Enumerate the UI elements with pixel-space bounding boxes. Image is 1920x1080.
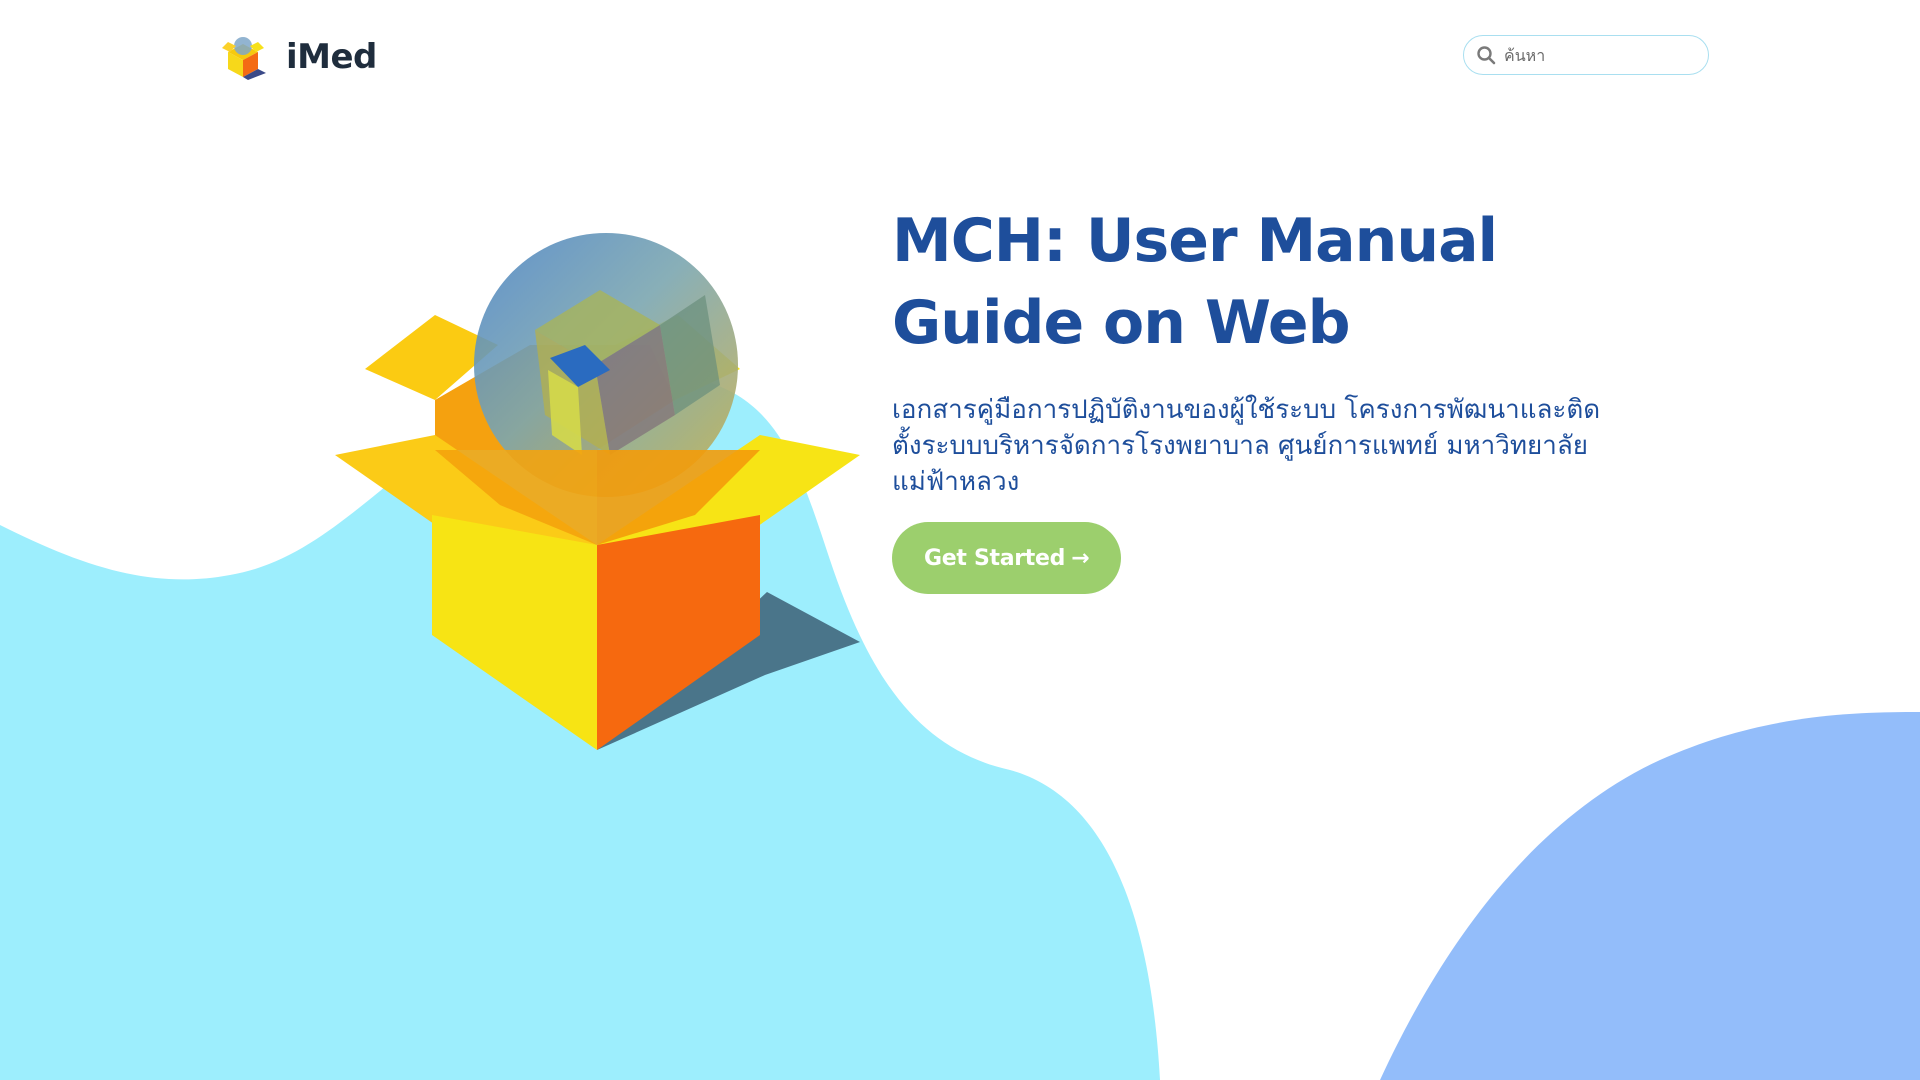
hero-title-line2: Guide on Web <box>892 288 1351 358</box>
search-input[interactable] <box>1502 44 1696 66</box>
hero-title: MCH: User Manual Guide on Web <box>892 200 1652 364</box>
page: iMed ค้นหา MCH: User Manual Guide on Web… <box>0 0 1920 1080</box>
get-started-label: Get Started <box>924 545 1066 571</box>
right-blue-blob <box>1380 712 1920 1080</box>
hero-title-line1: MCH: User Manual <box>892 206 1498 276</box>
hero-section: MCH: User Manual Guide on Web เอกสารคู่ม… <box>892 200 1652 594</box>
header: iMed <box>0 0 1920 110</box>
imed-box-logo-icon <box>222 37 266 80</box>
get-started-button[interactable]: Get Started → <box>892 522 1122 594</box>
brand-name: iMed <box>286 37 377 77</box>
search-box[interactable] <box>1463 35 1709 75</box>
open-box-with-globe-icon <box>335 233 860 750</box>
hero-description: เอกสารคู่มือการปฏิบัติงานของผู้ใช้ระบบ โ… <box>892 395 1601 497</box>
arrow-right-icon: → <box>1071 545 1090 571</box>
brand-link[interactable]: iMed <box>218 32 377 82</box>
search-icon <box>1477 46 1496 65</box>
